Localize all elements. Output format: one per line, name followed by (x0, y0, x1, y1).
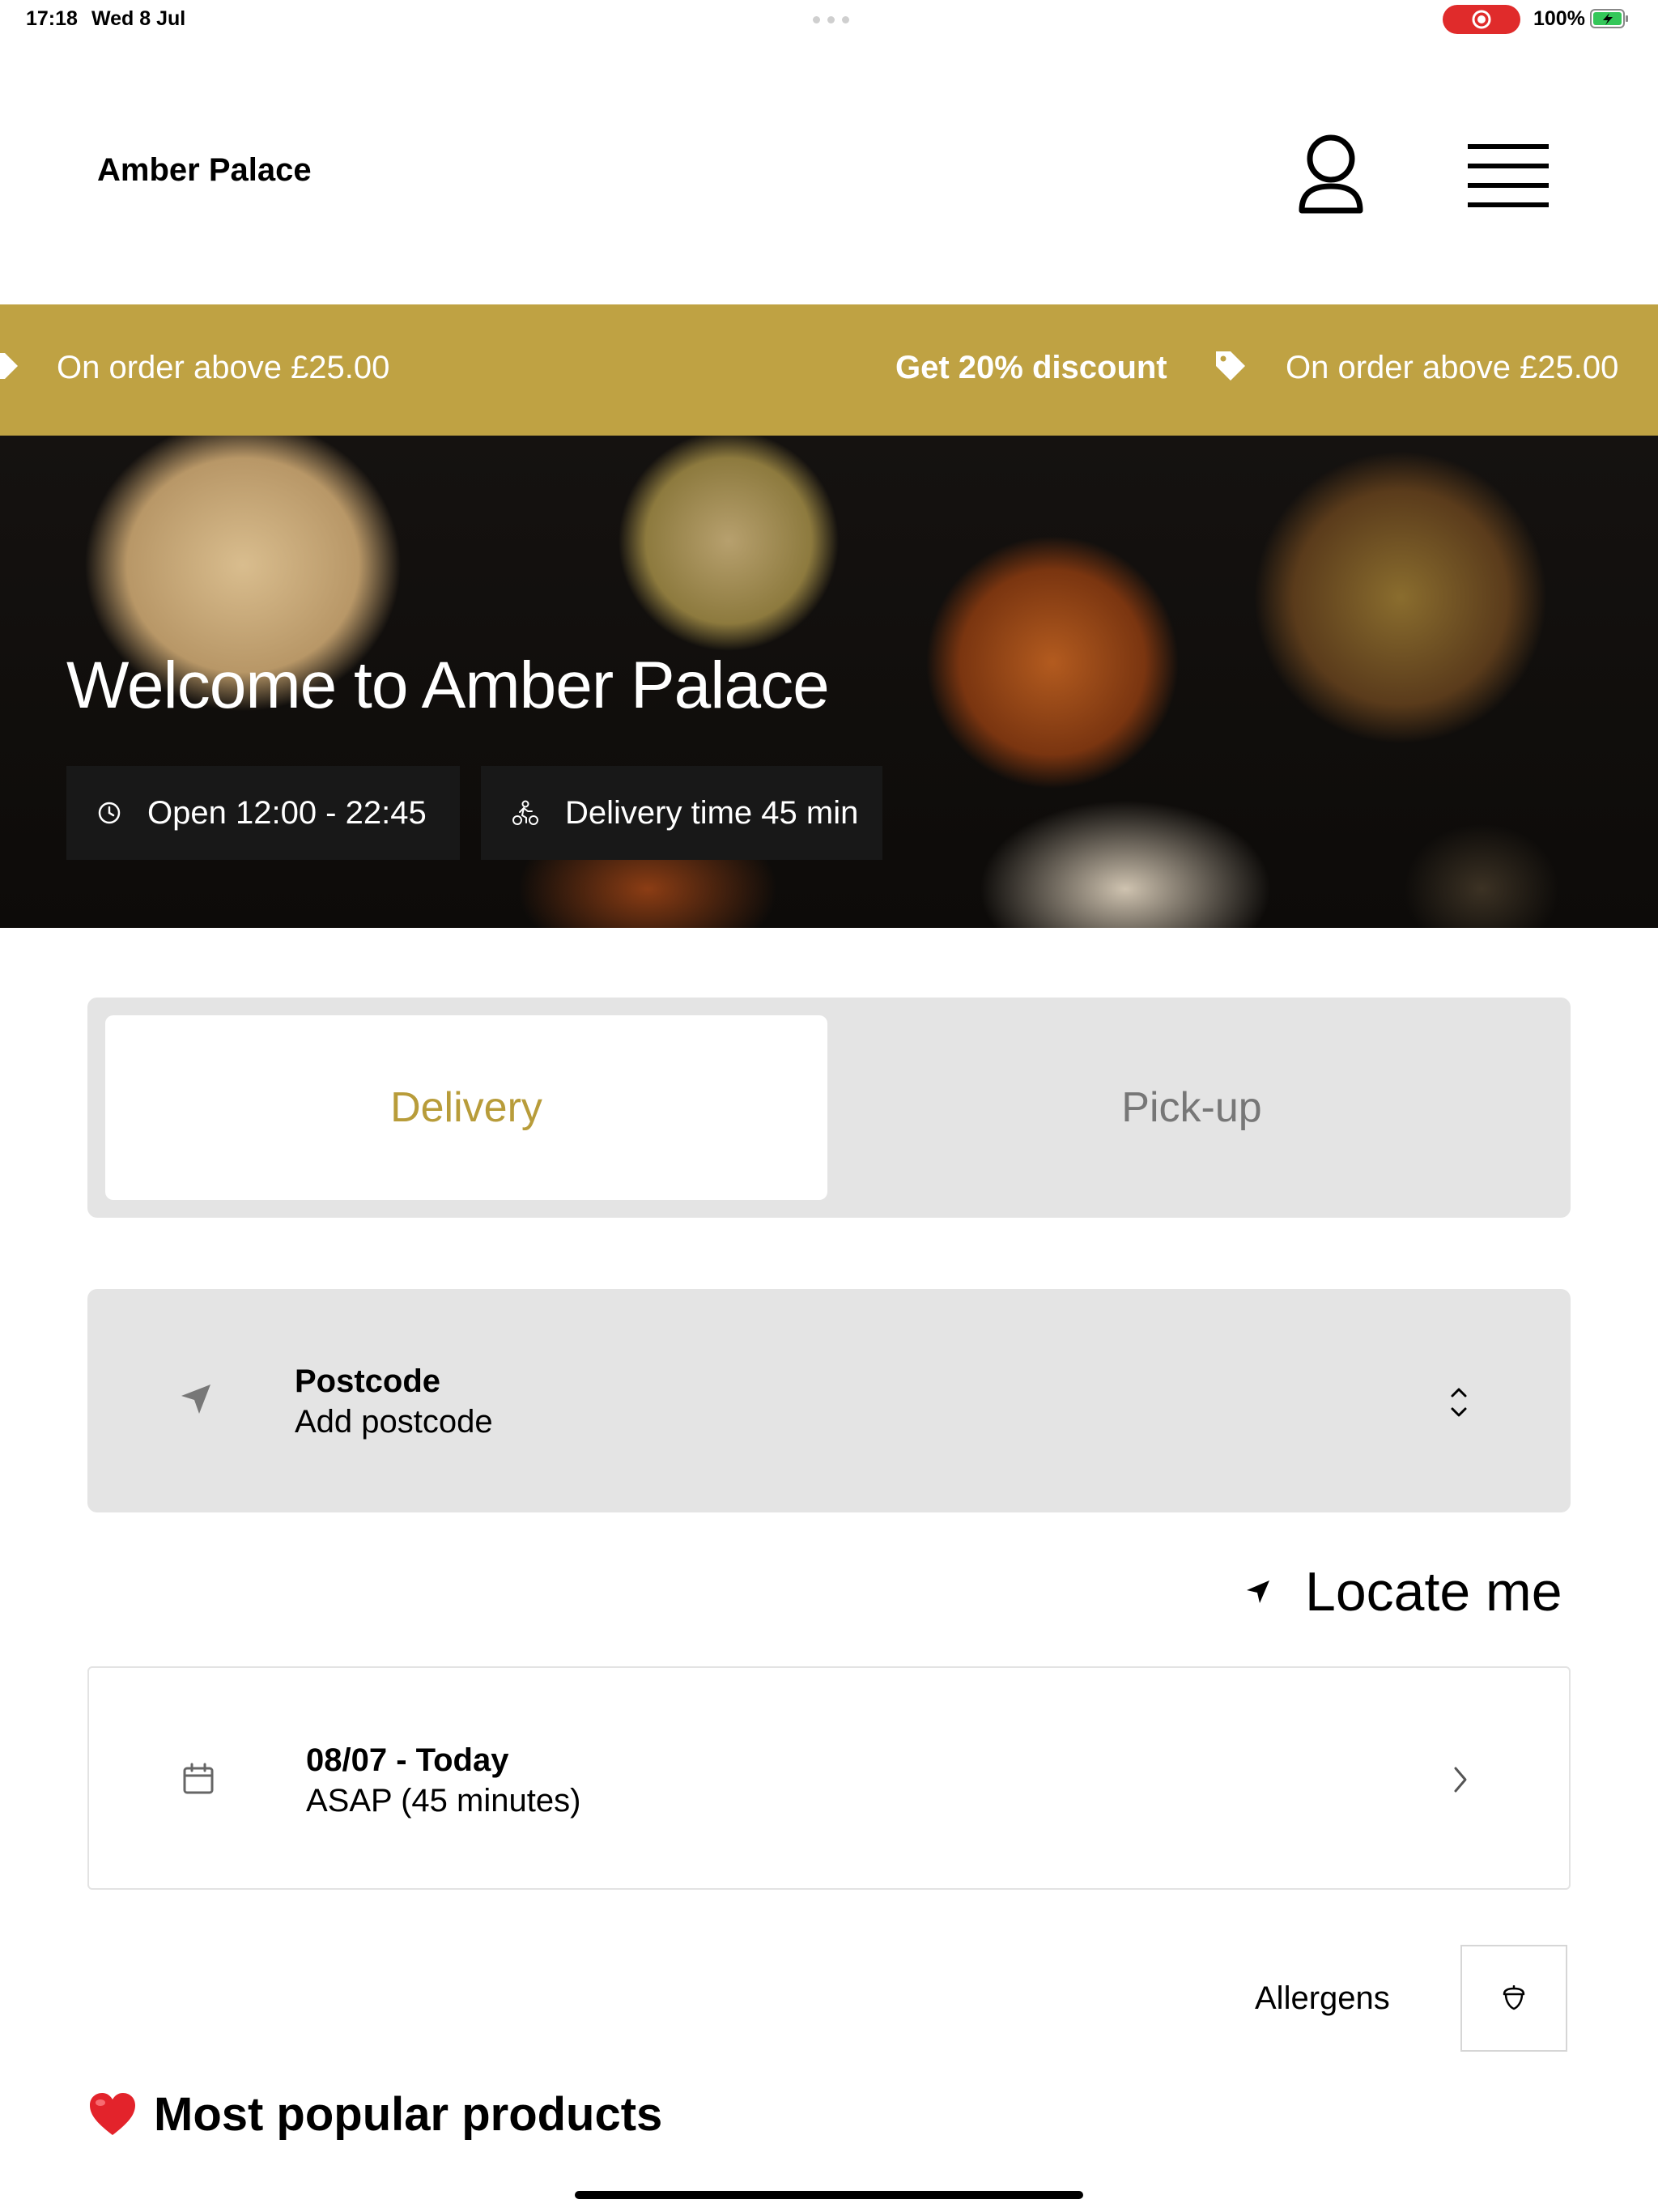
brand-name[interactable]: Amber Palace (97, 152, 312, 189)
promo-discount: Get 20% discount (895, 350, 1167, 385)
tag-icon (1216, 351, 1245, 381)
hero-title: Welcome to Amber Palace (66, 649, 830, 722)
promo-condition-left: On order above £25.00 (57, 350, 390, 385)
promo-condition-right: On order above £25.00 (1286, 350, 1619, 385)
calendar-icon (183, 1763, 214, 1794)
acorn-icon (1503, 1985, 1525, 2010)
chevron-right-icon (1454, 1767, 1467, 1793)
chevron-up-down-icon (1451, 1388, 1467, 1417)
opening-hours-chip: Open 12:00 - 22:45 (66, 766, 460, 860)
locate-me-label: Locate me (1305, 1561, 1562, 1623)
most-popular-heading: Most popular products (87, 2087, 662, 2142)
schedule-date: 08/07 - Today (306, 1742, 509, 1778)
menu-button[interactable] (1464, 134, 1553, 215)
battery-charging-icon (1590, 9, 1628, 28)
home-indicator[interactable] (575, 2191, 1083, 2199)
delivery-time-chip: Delivery time 45 min (481, 766, 882, 860)
hamburger-menu-icon (1468, 144, 1549, 207)
location-arrow-icon (181, 1385, 210, 1414)
battery-percentage: 100% (1533, 7, 1585, 30)
postcode-value: Add postcode (295, 1404, 493, 1440)
order-type-toggle: Delivery Pick-up (87, 998, 1571, 1218)
opening-hours-text: Open 12:00 - 22:45 (147, 794, 427, 831)
bike-courier-icon (512, 800, 538, 825)
postcode-field[interactable]: Postcode Add postcode (87, 1289, 1571, 1512)
postcode-label: Postcode (295, 1363, 441, 1399)
account-button[interactable] (1290, 126, 1371, 223)
multitasking-dots-icon[interactable] (813, 16, 849, 23)
location-arrow-icon (1247, 1580, 1269, 1603)
heart-icon (90, 2092, 135, 2135)
person-icon (1299, 134, 1363, 214)
screen-recording-icon[interactable] (1443, 5, 1520, 34)
schedule-time: ASAP (45 minutes) (306, 1783, 581, 1819)
allergens-button[interactable] (1460, 1945, 1567, 2052)
tab-pickup[interactable]: Pick-up (831, 1015, 1553, 1200)
section-title: Most popular products (154, 2088, 663, 2141)
delivery-schedule-selector[interactable]: 08/07 - Today ASAP (45 minutes) (87, 1666, 1571, 1890)
status-date: Wed 8 Jul (91, 7, 186, 30)
delivery-time-text: Delivery time 45 min (565, 794, 859, 831)
status-time: 17:18 (26, 7, 78, 30)
locate-me-button[interactable]: Locate me (1244, 1558, 1562, 1626)
tab-delivery[interactable]: Delivery (105, 1015, 827, 1200)
clock-icon (98, 802, 121, 824)
allergens-label: Allergens (1255, 1980, 1390, 2016)
tag-icon (0, 353, 18, 379)
header: Amber Palace (0, 39, 1658, 304)
status-bar: 17:18 Wed 8 Jul 100% (0, 0, 1658, 39)
promo-banner: On order above £25.00 Get 20% discount O… (0, 304, 1658, 436)
